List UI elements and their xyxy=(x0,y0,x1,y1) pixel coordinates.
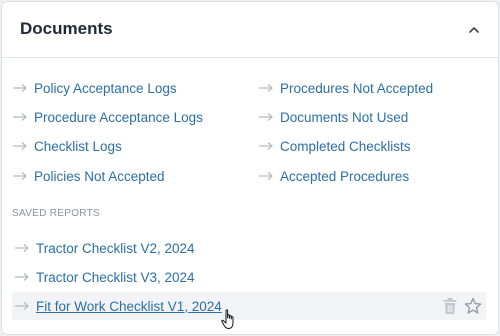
saved-report-link[interactable]: Tractor Checklist V3, 2024 xyxy=(14,266,195,288)
link-policy-acceptance-logs[interactable]: Policy Acceptance Logs xyxy=(12,77,177,99)
arrow-right-icon xyxy=(259,113,273,121)
link-label: Checklist Logs xyxy=(34,138,122,154)
arrow-right-icon xyxy=(259,142,273,150)
link-label: Procedures Not Accepted xyxy=(280,80,434,96)
arrow-right-icon xyxy=(13,84,27,92)
chevron-up-icon[interactable] xyxy=(464,20,484,40)
trash-icon[interactable] xyxy=(442,297,458,315)
link-procedure-acceptance-logs[interactable]: Procedure Acceptance Logs xyxy=(12,106,203,128)
arrow-right-icon xyxy=(15,244,29,252)
saved-report-label: Tractor Checklist V2, 2024 xyxy=(36,240,195,256)
panel-title: Documents xyxy=(20,19,113,38)
link-accepted-procedures[interactable]: Accepted Procedures xyxy=(258,165,409,187)
arrow-right-icon xyxy=(13,113,27,121)
star-icon[interactable] xyxy=(464,297,482,315)
arrow-right-icon xyxy=(259,84,273,92)
link-label: Procedure Acceptance Logs xyxy=(34,109,203,125)
link-completed-checklists[interactable]: Completed Checklists xyxy=(258,135,411,157)
link-procedures-not-accepted[interactable]: Procedures Not Accepted xyxy=(258,77,433,99)
saved-report-label: Fit for Work Checklist V1, 2024 xyxy=(36,298,222,314)
link-label: Policies Not Accepted xyxy=(34,168,165,184)
arrow-right-icon xyxy=(13,172,27,180)
link-label: Documents Not Used xyxy=(280,109,409,125)
saved-report-item-hovered[interactable]: Fit for Work Checklist V1, 2024 xyxy=(12,292,486,320)
link-label: Completed Checklists xyxy=(280,138,411,154)
saved-reports-heading: SAVED REPORTS xyxy=(12,208,100,219)
link-label: Accepted Procedures xyxy=(280,168,410,184)
documents-panel: Documents Policy Acceptance Logs Procedu… xyxy=(1,1,499,335)
arrow-right-icon xyxy=(15,273,29,281)
saved-report-link[interactable]: Tractor Checklist V2, 2024 xyxy=(14,237,195,259)
arrow-right-icon xyxy=(13,142,27,150)
saved-report-item[interactable]: Tractor Checklist V2, 2024 xyxy=(12,234,486,262)
link-label: Policy Acceptance Logs xyxy=(34,80,177,96)
saved-report-link[interactable]: Fit for Work Checklist V1, 2024 xyxy=(14,295,222,317)
hand-pointer-cursor xyxy=(221,309,234,329)
saved-report-label: Tractor Checklist V3, 2024 xyxy=(36,269,195,285)
link-checklist-logs[interactable]: Checklist Logs xyxy=(12,135,122,157)
link-documents-not-used[interactable]: Documents Not Used xyxy=(258,106,408,128)
arrow-right-icon xyxy=(259,172,273,180)
saved-report-item[interactable]: Tractor Checklist V3, 2024 xyxy=(12,263,486,291)
link-policies-not-accepted[interactable]: Policies Not Accepted xyxy=(12,165,165,187)
arrow-right-icon xyxy=(15,302,29,310)
row-actions xyxy=(442,297,482,315)
panel-header: Documents xyxy=(2,2,498,58)
